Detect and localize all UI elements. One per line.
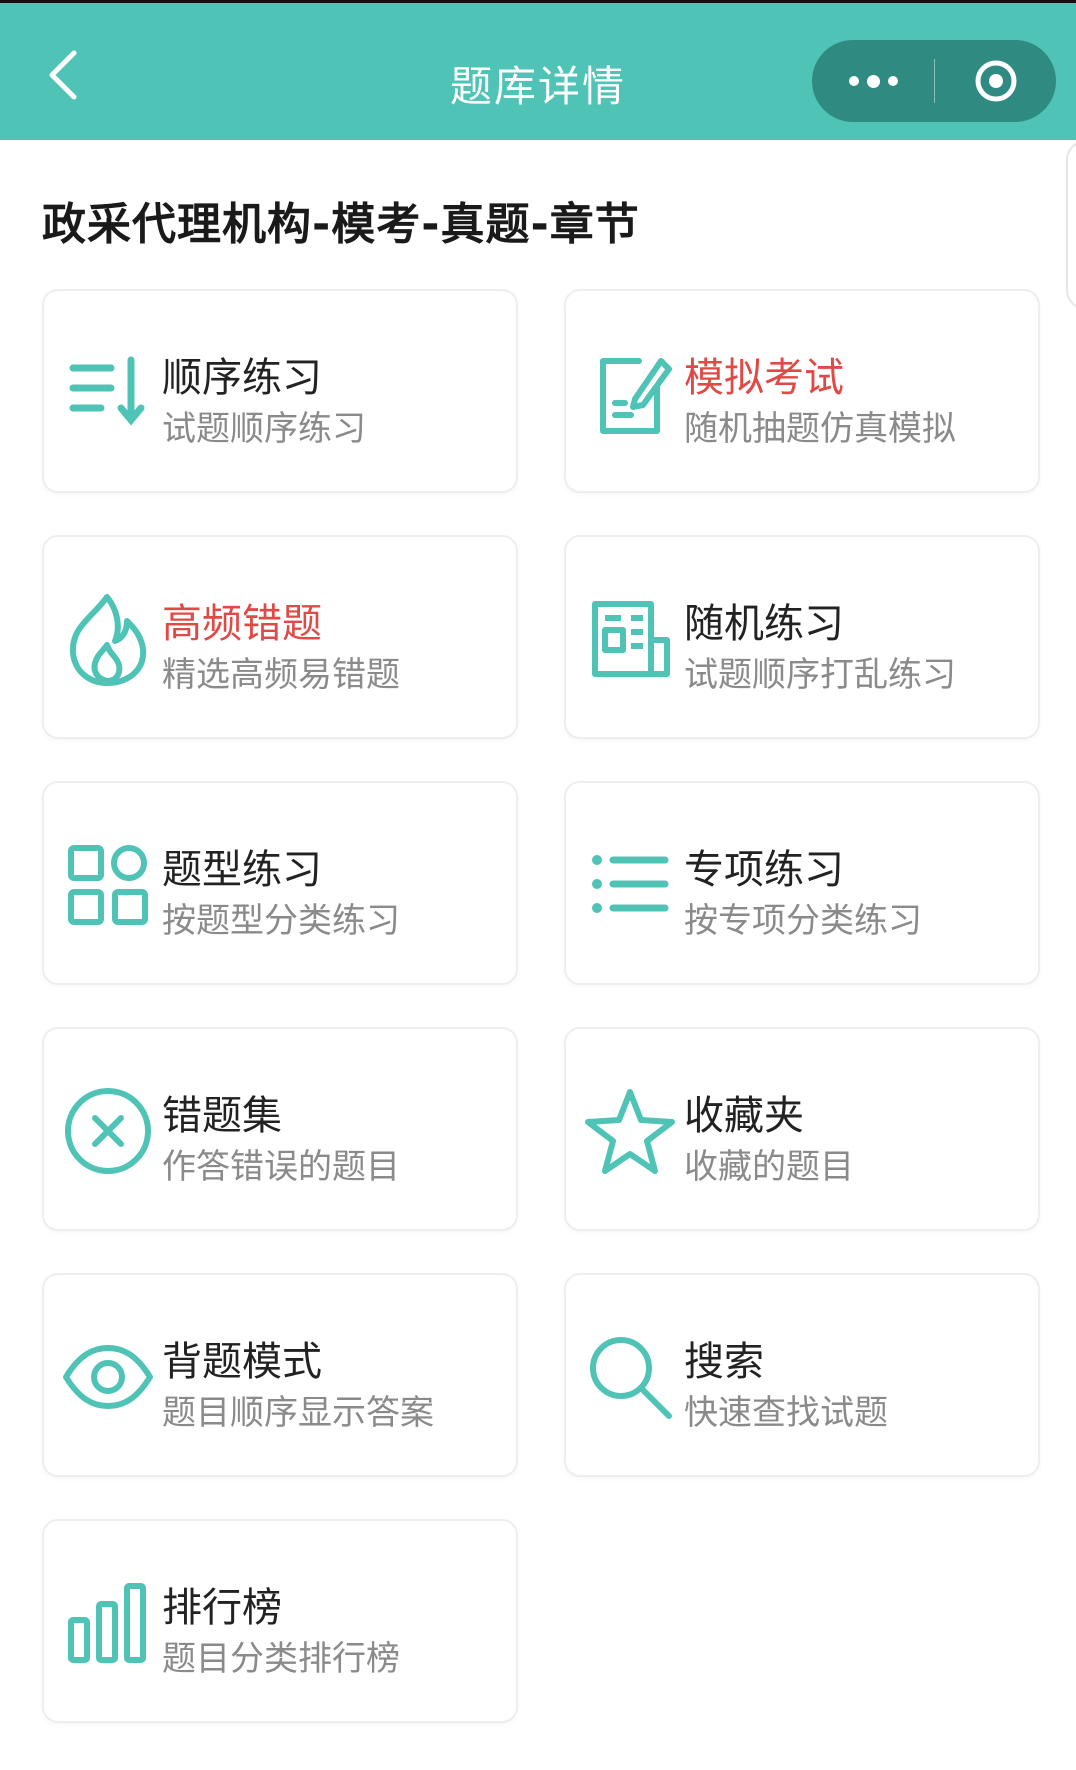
- card-title: 高频错题: [162, 601, 322, 647]
- card-subtitle: 试题顺序打乱练习: [684, 655, 956, 695]
- card-title: 顺序练习: [162, 355, 322, 401]
- edit-document-icon: [584, 347, 676, 439]
- search-card[interactable]: 搜索 快速查找试题: [564, 1273, 1040, 1477]
- card-title: 专项练习: [684, 847, 844, 893]
- mock-exam-card[interactable]: 模拟考试 随机抽题仿真模拟: [564, 289, 1040, 493]
- card-subtitle: 作答错误的题目: [162, 1147, 400, 1187]
- sequential-practice-card[interactable]: 顺序练习 试题顺序练习: [42, 289, 518, 493]
- question-type-practice-card[interactable]: 题型练习 按题型分类练习: [42, 781, 518, 985]
- newspaper-icon: [584, 593, 676, 685]
- question-bank-title: 政采代理机构-模考-真题-章节: [42, 199, 640, 250]
- card-subtitle: 题目分类排行榜: [162, 1639, 400, 1679]
- more-dots-icon: [848, 76, 859, 86]
- card-title: 排行榜: [162, 1585, 282, 1631]
- card-subtitle: 快速查找试题: [684, 1393, 888, 1433]
- grid-icon: [62, 839, 154, 931]
- card-title: 模拟考试: [684, 355, 844, 401]
- card-subtitle: 收藏的题目: [684, 1147, 854, 1187]
- special-practice-card[interactable]: 专项练习 按专项分类练习: [564, 781, 1040, 985]
- list-icon: [584, 839, 676, 931]
- card-title: 题型练习: [162, 847, 322, 893]
- sort-descending-icon: [62, 347, 154, 439]
- random-practice-card[interactable]: 随机练习 试题顺序打乱练习: [564, 535, 1040, 739]
- search-icon: [584, 1331, 676, 1423]
- card-subtitle: 随机抽题仿真模拟: [684, 409, 956, 449]
- card-title: 错题集: [162, 1093, 282, 1139]
- high-frequency-errors-card[interactable]: 高频错题 精选高频易错题: [42, 535, 518, 739]
- floating-edge-tab[interactable]: [1066, 140, 1076, 310]
- star-icon: [584, 1085, 676, 1177]
- bar-chart-icon: [62, 1577, 154, 1669]
- card-subtitle: 按专项分类练习: [684, 901, 922, 941]
- target-circle-icon: [975, 60, 1016, 102]
- card-subtitle: 精选高频易错题: [162, 655, 400, 695]
- card-title: 搜索: [684, 1339, 764, 1385]
- card-subtitle: 试题顺序练习: [162, 409, 366, 449]
- navigation-bar: 题库详情: [0, 0, 1076, 140]
- memorize-mode-card[interactable]: 背题模式 题目顺序显示答案: [42, 1273, 518, 1477]
- leaderboard-card[interactable]: 排行榜 题目分类排行榜: [42, 1519, 518, 1723]
- close-circle-icon: [62, 1085, 154, 1177]
- eye-icon: [62, 1331, 154, 1423]
- card-title: 随机练习: [684, 601, 844, 647]
- favorites-card[interactable]: 收藏夹 收藏的题目: [564, 1027, 1040, 1231]
- more-button[interactable]: [812, 40, 934, 122]
- card-title: 收藏夹: [684, 1093, 804, 1139]
- close-button[interactable]: [935, 40, 1056, 122]
- mini-program-capsule: [812, 40, 1056, 122]
- flame-icon: [62, 593, 154, 686]
- card-subtitle: 题目顺序显示答案: [162, 1393, 434, 1433]
- card-subtitle: 按题型分类练习: [162, 901, 400, 941]
- wrong-questions-card[interactable]: 错题集 作答错误的题目: [42, 1027, 518, 1231]
- card-title: 背题模式: [162, 1339, 322, 1385]
